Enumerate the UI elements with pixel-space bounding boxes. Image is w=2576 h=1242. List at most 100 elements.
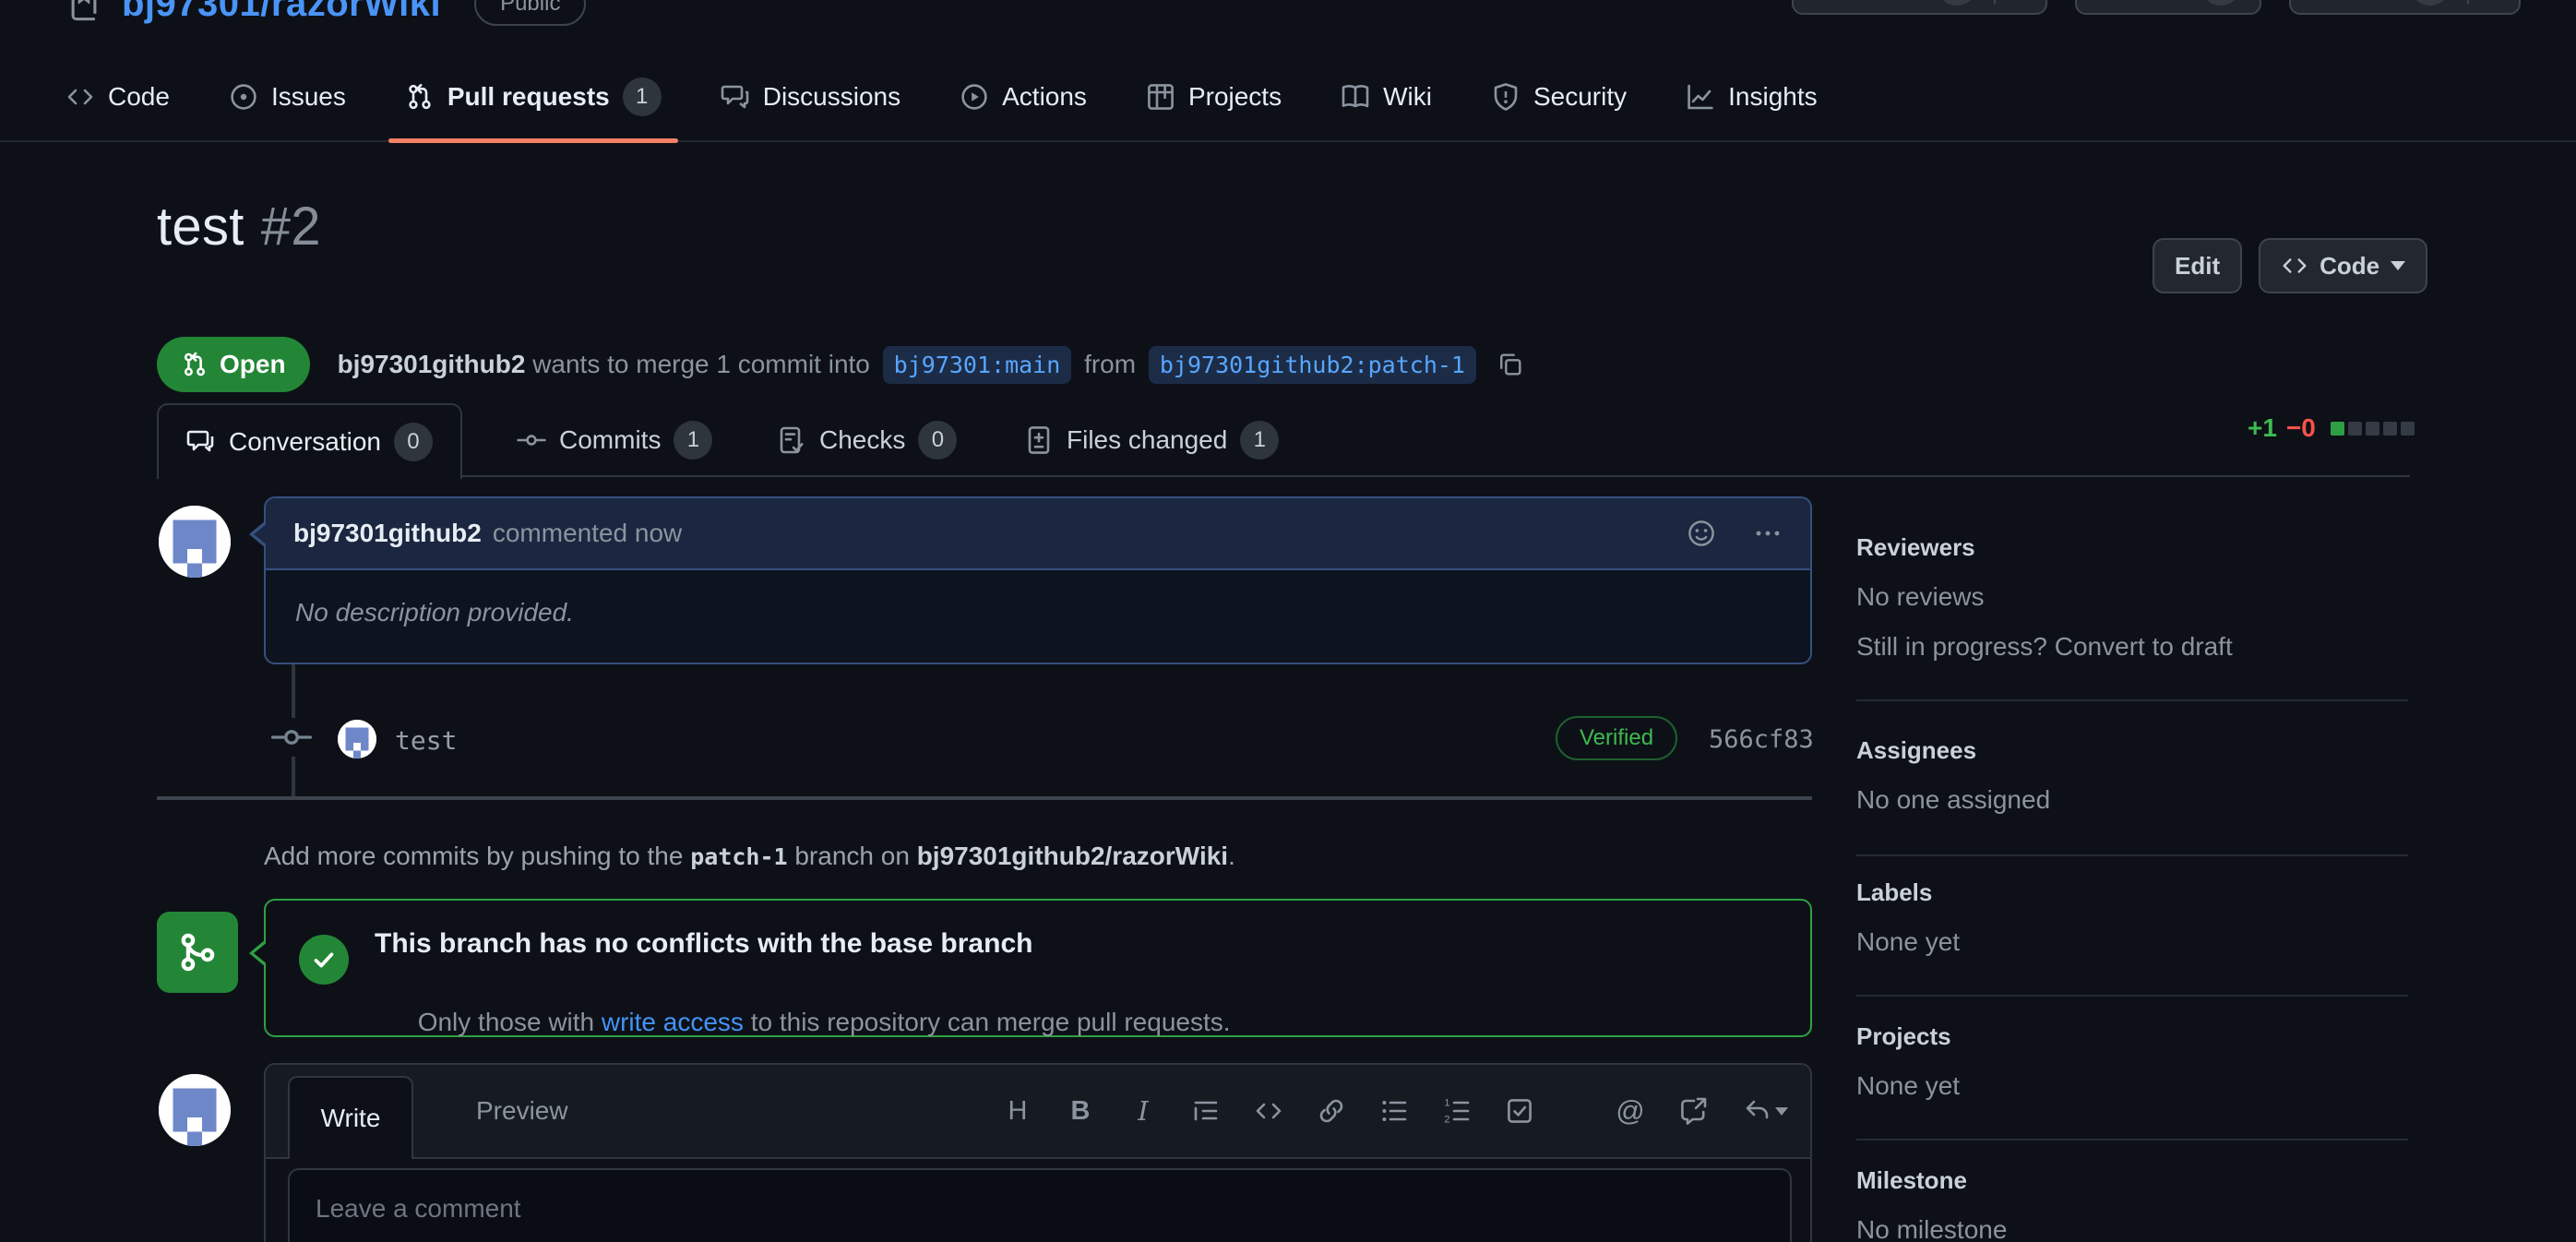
smiley-icon[interactable] [1687, 519, 1716, 548]
bold-icon[interactable]: B [1065, 1095, 1096, 1127]
nav-tab-code[interactable]: Code [53, 53, 183, 141]
nav-tab-actions[interactable]: Actions [947, 53, 1100, 141]
nav-label: Security [1533, 82, 1627, 112]
convert-to-draft-link[interactable]: Still in progress? Convert to draft [1856, 632, 2410, 662]
code-icon[interactable] [1253, 1095, 1284, 1127]
tab-label: Checks [819, 425, 905, 455]
caret-down-icon [2391, 261, 2405, 270]
comment-discussion-icon [186, 427, 216, 457]
push-note-text: branch on [788, 842, 917, 871]
pr-author[interactable]: bj97301github2 [338, 350, 526, 379]
comment-input[interactable] [288, 1168, 1792, 1242]
svg-text:2: 2 [1444, 1115, 1449, 1126]
commit-message-link[interactable]: test [395, 725, 457, 756]
edit-label: Edit [2175, 252, 2220, 281]
avatar[interactable] [159, 1074, 231, 1146]
tab-conversation[interactable]: Conversation 0 [157, 403, 462, 479]
diffstat: +1 −0 [2248, 413, 2415, 443]
sidebar-divider [1856, 1139, 2408, 1140]
comment-body: No description provided. [266, 570, 1810, 655]
pr-state-badge: Open [157, 337, 310, 392]
nav-label: Insights [1728, 82, 1818, 112]
sidebar-value: No one assigned [1856, 785, 2410, 815]
list-ordered-icon[interactable]: 12 [1441, 1095, 1473, 1127]
tab-commits[interactable]: Commits 1 [517, 403, 712, 477]
edit-button[interactable]: Edit [2153, 238, 2242, 293]
link-icon[interactable] [1316, 1095, 1347, 1127]
play-icon [960, 82, 989, 112]
markdown-toolbar: H B I 12 [1002, 1065, 1790, 1157]
star-count: 0 [2410, 0, 2451, 6]
nav-label: Pull requests [447, 82, 610, 112]
list-unordered-icon[interactable] [1378, 1095, 1410, 1127]
sidebar-section-assignees: Assignees No one assigned [1856, 736, 2410, 815]
nav-tab-security[interactable]: Security [1478, 53, 1640, 141]
avatar[interactable] [159, 506, 231, 578]
comment-caret [254, 522, 268, 546]
repo-topbar: bj97301/razorWiki Public Watch 1 [0, 0, 2576, 39]
repo-actions: Watch 1 Fork 1 [1792, 0, 2521, 15]
nav-tab-projects[interactable]: Projects [1133, 53, 1294, 141]
push-note-text: . [1228, 842, 1235, 871]
sidebar-section-labels: Labels None yet [1856, 878, 2410, 957]
tasklist-icon[interactable] [1504, 1095, 1535, 1127]
nav-tab-wiki[interactable]: Wiki [1328, 53, 1445, 141]
sidebar-heading: Assignees [1856, 736, 2410, 765]
nav-tab-discussions[interactable]: Discussions [708, 53, 913, 141]
write-access-link[interactable]: write access [602, 1008, 744, 1036]
tab-write[interactable]: Write [288, 1076, 413, 1159]
copy-icon[interactable] [1497, 292, 1554, 437]
watch-button[interactable]: Watch 1 [1792, 0, 2047, 15]
merge-box-caret [254, 941, 268, 965]
nav-label: Actions [1002, 82, 1087, 112]
nav-tab-issues[interactable]: Issues [216, 53, 359, 141]
italic-icon[interactable]: I [1127, 1095, 1159, 1127]
avatar[interactable] [338, 720, 376, 758]
comment-header-icons [1687, 519, 1783, 548]
sidebar-divider [1856, 854, 2408, 856]
merge-status-subtitle: Only those with write access to this rep… [375, 978, 1231, 1067]
nav-tab-insights[interactable]: Insights [1673, 53, 1831, 141]
verified-badge[interactable]: Verified [1556, 716, 1677, 760]
heading-icon[interactable]: H [1002, 1095, 1033, 1127]
sidebar-divider [1856, 995, 2408, 997]
svg-text:1: 1 [1444, 1098, 1449, 1109]
shield-icon [1491, 82, 1521, 112]
sidebar-section-milestone: Milestone No milestone [1856, 1166, 2410, 1242]
push-note: Add more commits by pushing to the patch… [264, 842, 1235, 871]
git-commit-icon [269, 718, 314, 757]
comment-form: Write Preview H B I 12 [264, 1063, 1812, 1242]
nav-tab-pull-requests[interactable]: Pull requests 1 [392, 53, 674, 141]
github-pull-request-page: bj97301/razorWiki Public Watch 1 [0, 0, 2576, 1242]
checklist-icon [777, 425, 806, 455]
fork-button[interactable]: Fork 1 [2075, 0, 2261, 15]
code-dropdown-button[interactable]: Code [2259, 238, 2427, 293]
tab-files-changed[interactable]: Files changed 1 [1024, 403, 1279, 477]
merge-status-box: This branch has no conflicts with the ba… [264, 899, 1812, 1037]
comment-author[interactable]: bj97301github2 [293, 519, 482, 548]
repo-name-link[interactable]: bj97301/razorWiki [122, 0, 441, 25]
kebab-menu-icon[interactable] [1753, 519, 1783, 548]
tab-label: Files changed [1067, 425, 1227, 455]
nav-label: Discussions [763, 82, 900, 112]
tab-checks[interactable]: Checks 0 [777, 403, 957, 477]
file-diff-icon [1024, 425, 1054, 455]
sidebar-heading: Labels [1856, 878, 2410, 907]
sidebar-section-reviewers: Reviewers No reviews Still in progress? … [1856, 533, 2410, 662]
cross-reference-icon[interactable] [1677, 1095, 1709, 1127]
star-button[interactable]: Star 0 [2289, 0, 2521, 15]
nav-label: Projects [1188, 82, 1282, 112]
tabnav-border [157, 475, 2410, 477]
reply-icon[interactable] [1740, 1095, 1790, 1127]
checks-count: 0 [918, 421, 957, 460]
quote-icon[interactable] [1190, 1095, 1222, 1127]
tab-preview[interactable]: Preview [445, 1065, 600, 1157]
pr-description-comment: bj97301github2 commented now No descript… [264, 496, 1812, 664]
mention-icon[interactable]: @ [1615, 1095, 1646, 1127]
files-changed-count: 1 [1240, 421, 1279, 460]
sidebar-value: None yet [1856, 1071, 2410, 1101]
merge-subtitle-text: to this repository can merge pull reques… [744, 1008, 1231, 1036]
comment-form-header: Write Preview H B I 12 [266, 1065, 1810, 1159]
timeline-divider [157, 796, 1812, 800]
commit-sha-link[interactable]: 566cf83 [1709, 725, 1814, 754]
